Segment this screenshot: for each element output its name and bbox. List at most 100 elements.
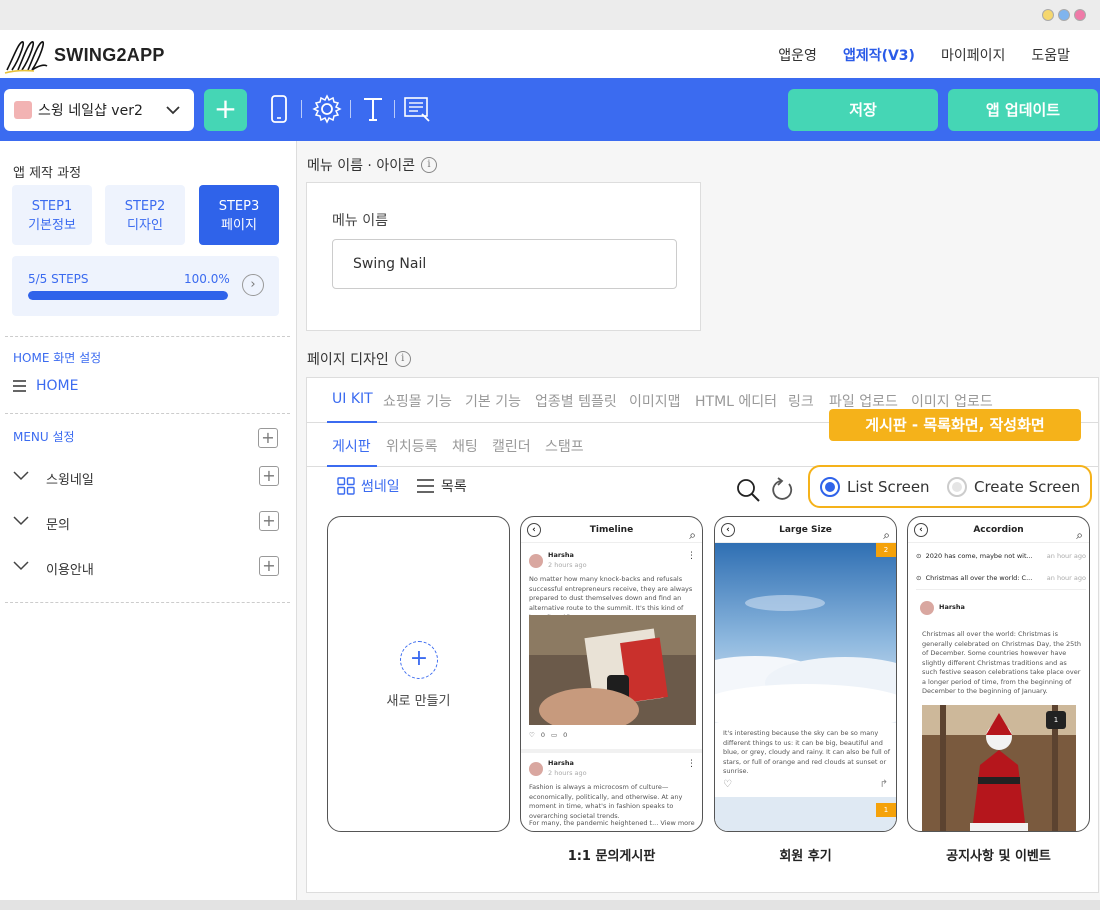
chevron-down-icon — [166, 106, 180, 115]
image-count-badge: 1 — [1046, 711, 1066, 729]
tab-calendar[interactable]: 캘린더 — [492, 436, 531, 456]
list-view-toggle[interactable]: 목록 — [417, 476, 467, 496]
create-screen-radio[interactable]: Create Screen — [947, 477, 1080, 497]
tab-html-editor[interactable]: HTML 에디터 — [695, 391, 777, 411]
post-body: It's interesting because the sky can be … — [723, 729, 891, 775]
toolbar-separator — [394, 100, 395, 118]
step2-button[interactable]: STEP2 디자인 — [105, 185, 185, 245]
topmenu-my-page[interactable]: 마이페이지 — [941, 45, 1005, 65]
search-icon: ⌕ — [1076, 528, 1083, 542]
brand-logo[interactable]: SWING2APP — [4, 36, 165, 74]
gear-icon[interactable] — [312, 94, 342, 124]
info-icon[interactable]: i — [394, 351, 411, 367]
step1-button[interactable]: STEP1 기본정보 — [12, 185, 92, 245]
app-selector-label: 스윙 네일샵 ver2 — [38, 103, 143, 119]
tab-ui-kit[interactable]: UI KIT — [332, 391, 373, 407]
avatar — [529, 761, 543, 776]
screen-type-radio-group: List Screen Create Screen — [808, 465, 1092, 508]
refresh-icon[interactable] — [769, 477, 795, 503]
comment-count: 0 — [563, 731, 568, 739]
menu-name-card: 메뉴 이름 Swing Nail — [306, 182, 701, 331]
sky-image — [715, 543, 896, 723]
window-controls — [1042, 9, 1086, 21]
sidebar-item-guide[interactable]: 이용안내 + — [13, 556, 279, 580]
app-update-button[interactable]: 앱 업데이트 — [948, 89, 1098, 131]
grid-icon — [337, 477, 355, 495]
tab-imagemap[interactable]: 이미지맵 — [629, 391, 681, 411]
back-arrow-icon: ‹ — [914, 523, 928, 537]
tab-shopping[interactable]: 쇼핑몰 기능 — [383, 391, 452, 411]
home-section-title: HOME 화면 설정 — [13, 351, 102, 365]
page-design-section-title: 페이지 디자인 i — [307, 349, 411, 369]
accordion-divider — [916, 589, 1086, 590]
chevron-down-icon[interactable] — [13, 470, 29, 482]
template-card-large-size[interactable]: ‹ Large Size ⌕ 2 It's interesting becaus… — [714, 516, 897, 832]
chevron-right-icon[interactable]: › — [242, 274, 264, 296]
chevron-down-icon[interactable] — [13, 560, 29, 572]
accordion-row: ⊙ Christmas all over the world: C... an … — [916, 574, 1086, 582]
menu-name-section-title: 메뉴 이름 · 아이콘 i — [307, 155, 437, 175]
topmenu-app-operation[interactable]: 앱운영 — [778, 45, 817, 65]
add-submenu-button[interactable]: + — [259, 556, 279, 576]
post-body-more: For many, the pandemic heightened t... V… — [529, 819, 695, 827]
thumbnail-view-label: 썸네일 — [361, 479, 400, 495]
search-icon[interactable] — [735, 477, 761, 503]
tab-board[interactable]: 게시판 — [332, 436, 371, 456]
back-arrow-icon: ‹ — [721, 523, 735, 537]
tab-file-upload[interactable]: 파일 업로드 — [829, 391, 898, 411]
tab-image-upload[interactable]: 이미지 업로드 — [911, 391, 993, 411]
add-menu-button[interactable]: + — [258, 428, 278, 448]
radio-unselected-icon — [947, 477, 967, 497]
menu-item-label: 이용안내 — [46, 563, 94, 578]
post-divider — [521, 749, 702, 753]
topmenu-help[interactable]: 도움말 — [1031, 45, 1070, 65]
template-card-timeline[interactable]: ‹ Timeline ⌕ Harsha 2 hours ago ⋮ No matt… — [520, 516, 703, 832]
radio-selected-icon — [820, 477, 840, 497]
template-caption: 회원 후기 — [779, 849, 832, 864]
tab-templates[interactable]: 업종별 템플릿 — [535, 391, 617, 411]
chevron-down-icon[interactable] — [13, 515, 29, 527]
template-card-accordion[interactable]: ‹ Accordion ⌕ ⊙ 2020 has come, maybe not… — [907, 516, 1090, 832]
tab-chat[interactable]: 채팅 — [452, 436, 478, 456]
post-body: Christmas all over the world: Christmas … — [922, 630, 1081, 695]
add-submenu-button[interactable]: + — [259, 511, 279, 531]
add-submenu-button[interactable]: + — [259, 466, 279, 486]
progress-bar — [28, 291, 228, 300]
sidebar-item-home[interactable]: HOME — [13, 378, 78, 394]
text-icon[interactable] — [358, 94, 388, 124]
post-body: Fashion is always a microcosm of culture… — [529, 783, 683, 820]
tab-basic[interactable]: 기본 기능 — [465, 391, 521, 411]
search-icon: ⌕ — [689, 528, 696, 542]
topmenu-app-build[interactable]: 앱제작(V3) — [843, 45, 915, 65]
save-button[interactable]: 저장 — [788, 89, 938, 131]
menu-item-label: 문의 — [46, 518, 70, 533]
tab-stamp[interactable]: 스탬프 — [545, 436, 584, 456]
template-caption: 공지사항 및 이벤트 — [946, 849, 1051, 864]
app-selector[interactable]: 스윙 네일샵 ver2 — [4, 89, 194, 131]
step3-button[interactable]: STEP3 페이지 — [199, 185, 279, 245]
thumbnail-view-toggle[interactable]: 썸네일 — [337, 476, 400, 496]
sidebar-item-inquiry[interactable]: 문의 + — [13, 511, 279, 535]
sidebar-item-home-label: HOME — [36, 378, 79, 394]
window-dot-pink[interactable] — [1074, 9, 1086, 21]
image-count-badge: 2 — [876, 543, 896, 557]
like-count: 0 — [540, 731, 545, 739]
back-arrow-icon: ‹ — [527, 523, 541, 537]
list-screen-radio[interactable]: List Screen — [820, 477, 930, 497]
next-image-preview — [715, 797, 896, 831]
new-template-card[interactable]: + 새로 만들기 — [327, 516, 510, 832]
step3-label: 페이지 — [221, 218, 257, 233]
progress-card: 5/5 STEPS 100.0% › — [12, 256, 279, 316]
accordion-row: ⊙ 2020 has come, maybe not wit... an hou… — [916, 552, 1086, 560]
info-icon[interactable]: i — [420, 157, 437, 173]
phone-icon[interactable] — [264, 94, 294, 124]
window-dot-yellow[interactable] — [1042, 9, 1054, 21]
window-dot-blue[interactable] — [1058, 9, 1070, 21]
tab-location[interactable]: 위치등록 — [386, 436, 438, 456]
page-edit-icon[interactable] — [402, 94, 432, 124]
menu-name-input[interactable]: Swing Nail — [332, 239, 677, 289]
add-page-button[interactable]: + — [204, 89, 247, 131]
swing-logo-icon — [4, 41, 48, 74]
sidebar-item-swingnail[interactable]: 스윙네일 + — [13, 466, 279, 490]
tab-link[interactable]: 링크 — [788, 391, 814, 411]
